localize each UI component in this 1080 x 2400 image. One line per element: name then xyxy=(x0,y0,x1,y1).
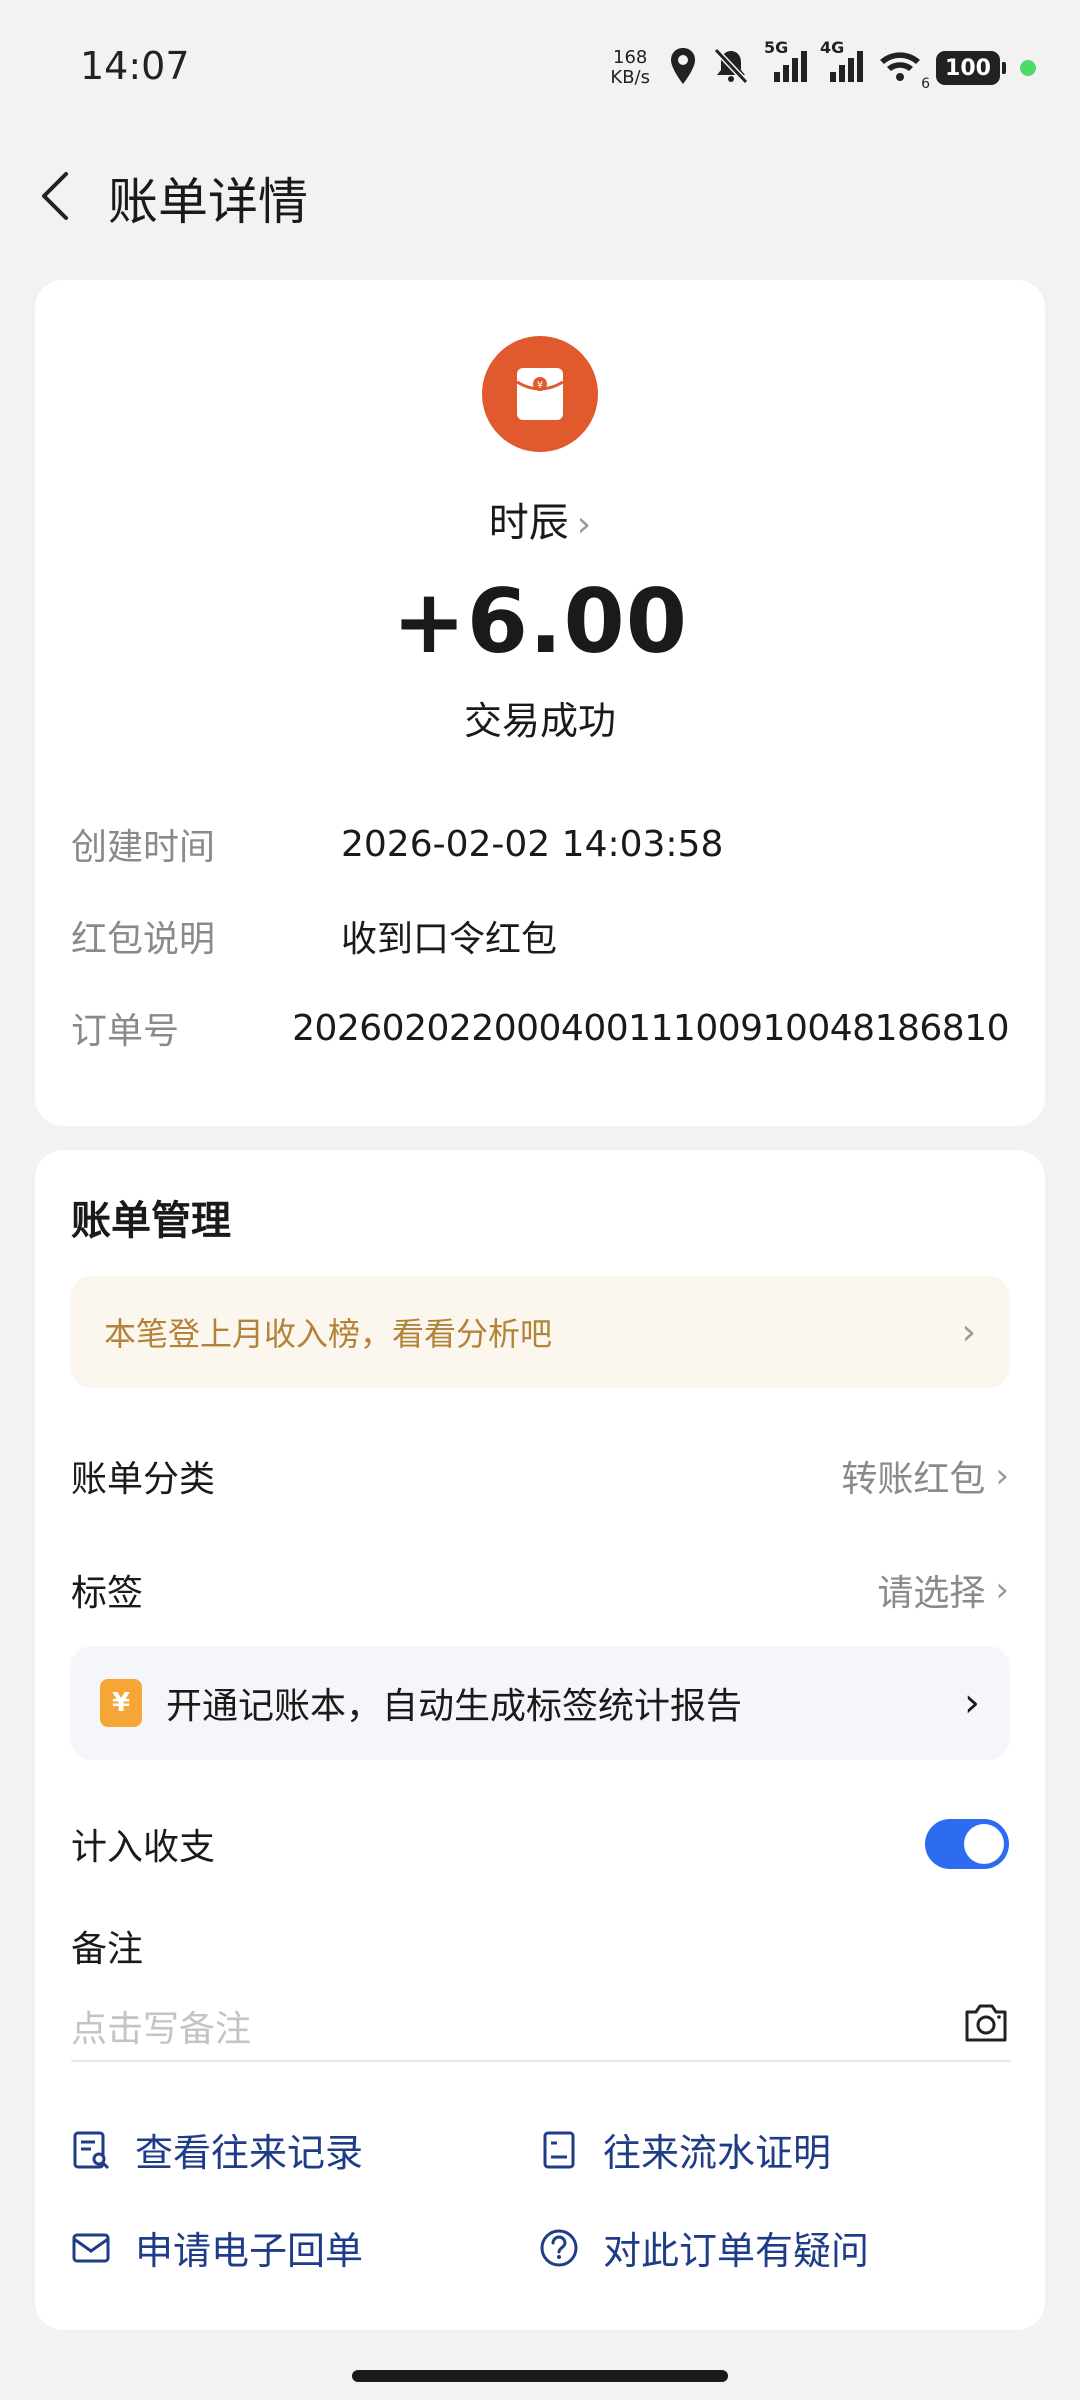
payer-name-link[interactable]: 时辰 › xyxy=(35,490,1045,548)
back-button[interactable] xyxy=(34,166,78,226)
category-label: 账单分类 xyxy=(71,1459,216,1500)
view-records-label: 查看往来记录 xyxy=(135,2131,364,2175)
e-receipt-label: 申请电子回单 xyxy=(135,2229,364,2273)
bell-muted-icon xyxy=(710,46,752,90)
chevron-right-icon: › xyxy=(995,1456,1009,1496)
signal-4g-icon: 4G xyxy=(820,38,864,90)
detail-row-note: 红包说明 收到口令红包 xyxy=(71,906,1009,966)
management-card: 账单管理 本笔登上月收入榜，看看分析吧 › 账单分类 转账红包 › 标签 请选择 ›… xyxy=(35,1150,1045,2330)
net-speed-value: 168 xyxy=(613,47,648,68)
camera-icon[interactable] xyxy=(961,2000,1011,2055)
view-records-link[interactable]: 查看往来记录 xyxy=(71,2122,363,2177)
chevron-right-icon: › xyxy=(961,1311,976,1353)
category-row[interactable]: 账单分类 转账红包 › xyxy=(71,1446,1009,1506)
note-input[interactable]: 点击写备注 xyxy=(71,1992,1011,2062)
battery-icon: 100 xyxy=(936,51,1006,85)
wifi-icon: 6 xyxy=(876,46,930,92)
promo-text: 本笔登上月收入榜，看看分析吧 xyxy=(104,1315,553,1353)
detail-value: 收到口令红包 xyxy=(341,919,558,960)
help-icon xyxy=(539,2227,579,2269)
status-bar: 14:07 168 KB/s 5G 4G 6 100 xyxy=(0,0,1080,140)
payer-name: 时辰 xyxy=(488,500,569,546)
note-label: 备注 xyxy=(71,1929,144,1970)
battery-level: 100 xyxy=(945,55,991,81)
signal-5g-label: 5G xyxy=(764,38,789,57)
chevron-right-icon: › xyxy=(995,1570,1009,1610)
transaction-card: ¥ 时辰 › +6.00 交易成功 创建时间 2026-02-02 14:03:5… xyxy=(35,280,1045,1126)
detail-row-created: 创建时间 2026-02-02 14:03:58 xyxy=(71,814,1009,874)
chevron-right-icon: › xyxy=(576,504,592,545)
mail-icon xyxy=(71,2227,111,2269)
privacy-dot xyxy=(1020,60,1036,76)
detail-value: 20260202200040011100910048186810 xyxy=(292,1007,1009,1049)
location-icon xyxy=(668,46,698,90)
svg-text:¥: ¥ xyxy=(537,380,543,391)
status-icons: 168 KB/s 5G 4G 6 100 xyxy=(610,38,1036,96)
e-receipt-link[interactable]: 申请电子回单 xyxy=(71,2220,363,2275)
banner-text: 开通记账本，自动生成标签统计报告 xyxy=(166,1686,743,1727)
transaction-amount: +6.00 xyxy=(392,570,688,673)
statement-proof-link[interactable]: 往来流水证明 xyxy=(539,2122,831,2177)
include-income-label: 计入收支 xyxy=(71,1827,216,1868)
include-income-row: 计入收支 xyxy=(71,1814,1009,1874)
tag-value: 请选择 xyxy=(877,1573,986,1614)
signal-4g-label: 4G xyxy=(820,38,845,57)
detail-label: 红包说明 xyxy=(71,919,216,960)
status-time: 14:07 xyxy=(80,44,190,88)
income-rank-banner[interactable]: 本笔登上月收入榜，看看分析吧 › xyxy=(70,1276,1010,1388)
net-speed-unit: KB/s xyxy=(610,67,650,88)
tag-row[interactable]: 标签 请选择 › xyxy=(71,1560,1009,1620)
page-header: 账单详情 xyxy=(0,140,1080,250)
tag-label: 标签 xyxy=(71,1573,144,1614)
document-icon xyxy=(539,2129,579,2171)
chevron-left-icon xyxy=(42,172,68,220)
category-value: 转账红包 xyxy=(841,1459,986,1500)
order-question-label: 对此订单有疑问 xyxy=(603,2229,870,2273)
order-question-link[interactable]: 对此订单有疑问 xyxy=(539,2220,869,2275)
coupon-icon: ¥ xyxy=(100,1679,142,1727)
red-packet-avatar: ¥ xyxy=(482,336,598,452)
include-income-toggle[interactable] xyxy=(925,1819,1009,1869)
toggle-knob xyxy=(964,1824,1004,1864)
chevron-right-icon: › xyxy=(964,1680,980,1726)
record-search-icon xyxy=(71,2129,111,2171)
detail-label: 创建时间 xyxy=(71,827,216,868)
home-indicator[interactable] xyxy=(352,2370,728,2382)
transaction-status: 交易成功 xyxy=(463,699,616,743)
detail-label: 订单号 xyxy=(71,1011,180,1052)
red-packet-icon: ¥ xyxy=(516,368,564,420)
note-placeholder: 点击写备注 xyxy=(71,2009,252,2050)
detail-value: 2026-02-02 14:03:58 xyxy=(341,823,724,865)
bookkeeping-banner[interactable]: ¥ 开通记账本，自动生成标签统计报告 › xyxy=(70,1646,1010,1760)
statement-proof-label: 往来流水证明 xyxy=(603,2131,832,2175)
wifi-sub-label: 6 xyxy=(921,76,930,92)
section-title: 账单管理 xyxy=(71,1198,231,1244)
net-speed: 168 KB/s xyxy=(610,48,650,88)
page-title: 账单详情 xyxy=(108,173,308,231)
detail-row-order: 订单号 20260202200040011100910048186810 xyxy=(71,998,1009,1058)
signal-5g-icon: 5G xyxy=(764,38,808,90)
